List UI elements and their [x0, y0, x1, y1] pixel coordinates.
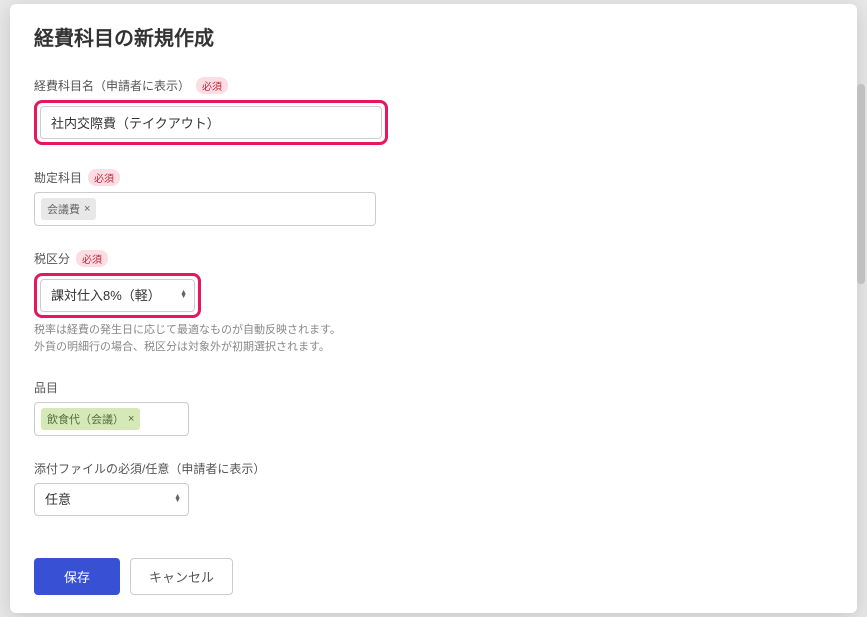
field-account: 勘定科目 必須 会議費 × [34, 169, 833, 226]
field-expense-name: 経費科目名（申請者に表示） 必須 [34, 77, 833, 145]
modal-body[interactable]: 経費科目名（申請者に表示） 必須 勘定科目 必須 会議費 × 税区分 [10, 71, 857, 542]
account-tag-input[interactable]: 会議費 × [34, 192, 376, 226]
item-tag: 飲食代（会議） × [41, 408, 140, 430]
highlight-box [34, 100, 388, 145]
scrollbar[interactable] [857, 84, 865, 284]
expense-name-label: 経費科目名（申請者に表示） 必須 [34, 77, 833, 94]
field-tax: 税区分 必須 課対仕入8%（軽） ▲▼ 税率は経費の発生日に応じて最適なものが自… [34, 250, 833, 355]
highlight-box: 課対仕入8%（軽） ▲▼ [34, 273, 201, 318]
item-label: 品目 [34, 379, 833, 396]
account-label: 勘定科目 必須 [34, 169, 833, 186]
required-badge: 必須 [196, 77, 228, 94]
tax-select[interactable]: 課対仕入8%（軽） [40, 279, 195, 312]
tax-help-text: 税率は経費の発生日に応じて最適なものが自動反映されます。 外貨の明細行の場合、税… [34, 322, 833, 355]
modal-footer: 保存 キャンセル [10, 542, 857, 613]
field-attachment: 添付ファイルの必須/任意（申請者に表示） 任意 ▲▼ [34, 460, 833, 516]
required-badge: 必須 [76, 250, 108, 267]
tax-select-wrapper: 課対仕入8%（軽） ▲▼ [40, 279, 195, 312]
create-expense-modal: 経費科目の新規作成 経費科目名（申請者に表示） 必須 勘定科目 必須 会議費 × [10, 4, 857, 613]
save-button[interactable]: 保存 [34, 558, 120, 595]
modal-header: 経費科目の新規作成 [10, 4, 857, 71]
required-badge: 必須 [88, 169, 120, 186]
attachment-select-wrapper: 任意 ▲▼ [34, 483, 189, 516]
item-tag-input[interactable]: 飲食代（会議） × [34, 402, 189, 436]
attachment-select[interactable]: 任意 [34, 483, 189, 516]
tag-remove-icon[interactable]: × [84, 203, 90, 215]
field-item: 品目 飲食代（会議） × [34, 379, 833, 436]
tax-label: 税区分 必須 [34, 250, 833, 267]
expense-name-input[interactable] [40, 106, 382, 139]
attachment-label: 添付ファイルの必須/任意（申請者に表示） [34, 460, 833, 477]
modal-title: 経費科目の新規作成 [34, 22, 833, 51]
cancel-button[interactable]: キャンセル [130, 558, 233, 595]
tag-remove-icon[interactable]: × [128, 413, 134, 425]
account-tag: 会議費 × [41, 198, 96, 220]
